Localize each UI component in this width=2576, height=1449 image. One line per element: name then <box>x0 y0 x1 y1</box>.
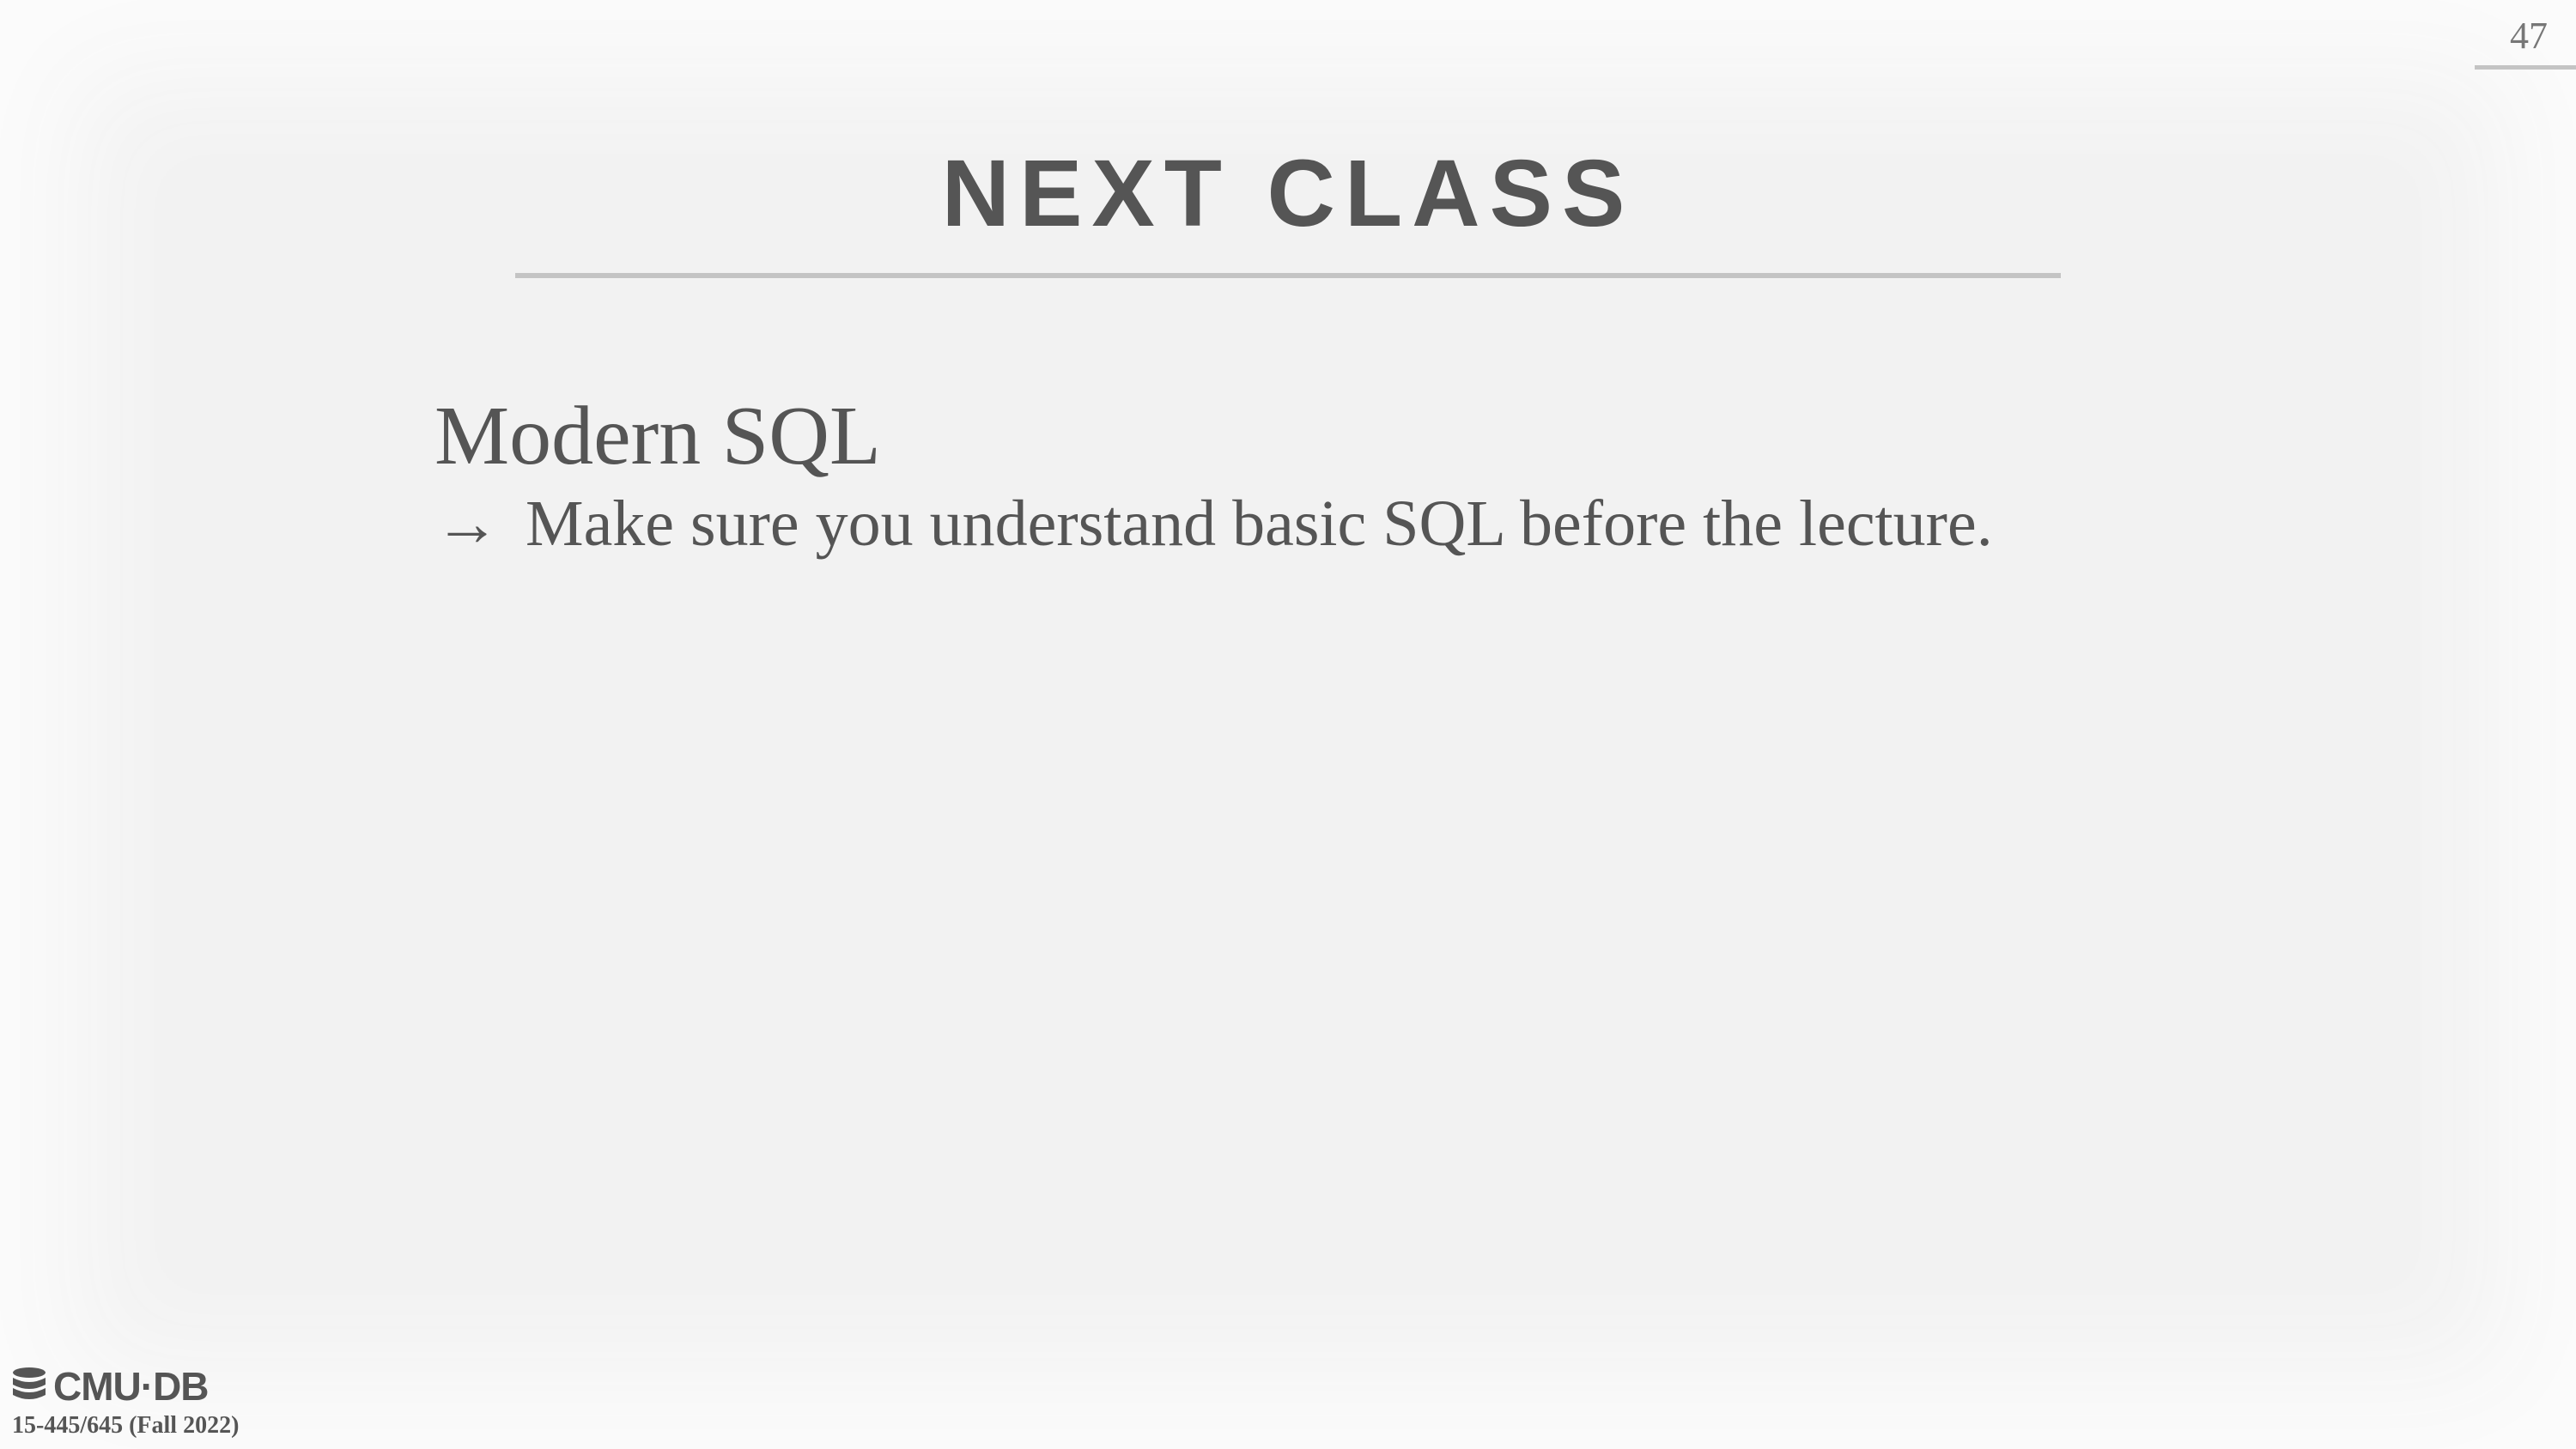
arrow-icon: → <box>434 487 500 560</box>
sub-bullet-text: Make sure you understand basic SQL befor… <box>526 487 1993 560</box>
title-divider <box>515 273 2061 278</box>
slide-title: NEXT CLASS <box>941 141 1635 246</box>
bullet-heading: Modern SQL <box>434 390 881 482</box>
slide-number-underline <box>2475 65 2576 70</box>
slide-content: Modern SQL → Make sure you understand bas… <box>434 390 1993 563</box>
slide-number: 47 <box>2510 15 2548 57</box>
cmu-db-logo: CMU·DB <box>10 1363 210 1410</box>
database-icon <box>13 1367 46 1399</box>
sub-bullet: → Make sure you understand basic SQL befo… <box>434 485 1993 563</box>
logo-text: CMU·DB <box>53 1364 210 1409</box>
course-label: 15-445/645 (Fall 2022) <box>12 1412 240 1439</box>
